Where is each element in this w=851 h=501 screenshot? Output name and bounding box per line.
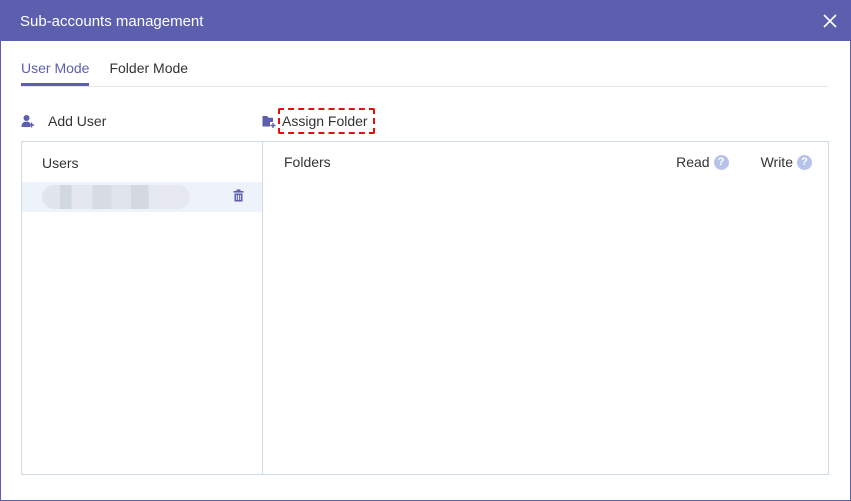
add-user-icon <box>21 115 34 128</box>
content-panels: Users Folders Read ? Write ? <box>21 141 829 475</box>
read-help-icon[interactable]: ? <box>713 154 729 170</box>
blurred-username <box>42 185 190 209</box>
users-header: Users <box>42 155 79 171</box>
assign-folder-button[interactable]: Assign Folder <box>262 107 375 135</box>
delete-user-button[interactable] <box>233 189 244 207</box>
assign-folder-label: Assign Folder <box>278 108 375 134</box>
add-folder-icon <box>262 115 276 128</box>
read-column-header: Read ? <box>676 154 729 170</box>
write-column-header: Write ? <box>761 154 812 170</box>
users-panel: Users <box>22 142 263 474</box>
add-user-button[interactable]: Add User <box>21 107 106 135</box>
write-help-icon[interactable]: ? <box>797 154 812 170</box>
write-label: Write <box>760 154 793 170</box>
folders-panel: Folders Read ? Write ? <box>263 142 828 474</box>
read-label: Read <box>676 154 710 170</box>
add-user-label: Add User <box>48 113 107 129</box>
close-icon <box>823 14 837 28</box>
tab-user-mode[interactable]: User Mode <box>21 54 90 86</box>
close-button[interactable] <box>810 1 850 41</box>
sub-accounts-dialog: Sub-accounts management User Mode Folder… <box>0 0 851 501</box>
user-row[interactable] <box>22 182 262 212</box>
folders-header: Folders <box>284 154 331 170</box>
trash-icon <box>233 189 244 202</box>
dialog-title: Sub-accounts management <box>20 12 204 30</box>
dialog-titlebar: Sub-accounts management <box>1 1 850 41</box>
mode-tabs: User Mode Folder Mode <box>21 54 828 87</box>
tab-folder-mode[interactable]: Folder Mode <box>109 54 188 84</box>
folders-header-row: Folders Read ? Write ? <box>263 142 828 182</box>
